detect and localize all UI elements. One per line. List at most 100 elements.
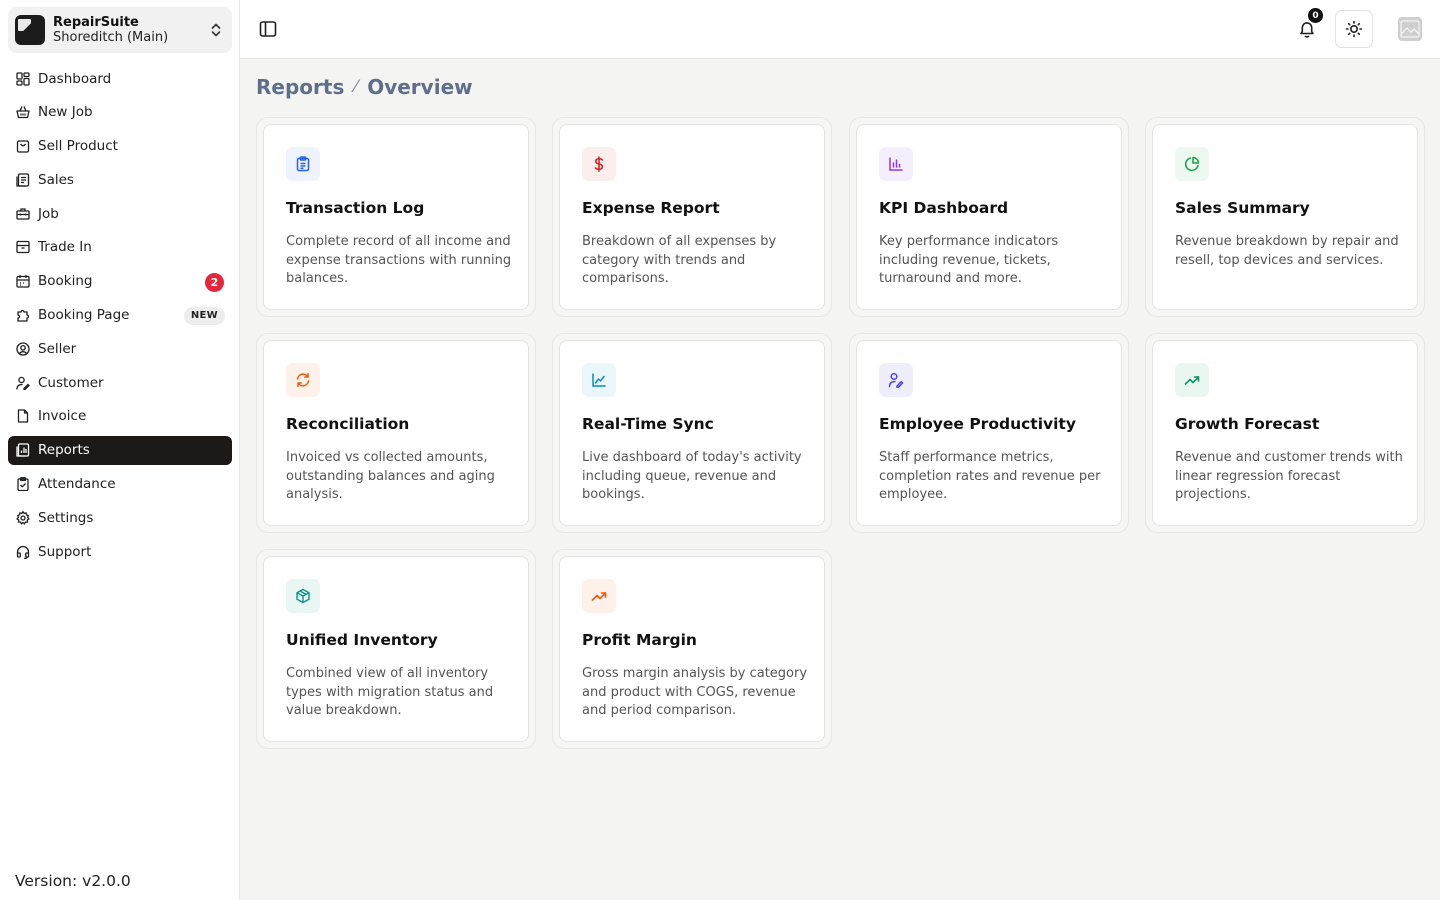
booking-count-badge: 2 (205, 272, 224, 292)
report-card-expense-report[interactable]: Expense Report Breakdown of all expenses… (552, 117, 832, 317)
card-description: Invoiced vs collected amounts, outstandi… (286, 450, 495, 502)
user-edit-icon (15, 375, 30, 390)
card-description: Key performance indicators including rev… (879, 234, 1059, 286)
sidebar-item-sales[interactable]: Sales (8, 165, 232, 194)
card-title: Unified Inventory (286, 631, 438, 649)
trending-up-icon (582, 579, 616, 613)
report-card-unified-inventory[interactable]: Unified Inventory Combined view of all i… (256, 549, 536, 749)
report-card-reconciliation[interactable]: Reconciliation Invoiced vs collected amo… (256, 333, 536, 533)
card-description: Revenue breakdown by repair and resell, … (1175, 234, 1399, 268)
org-branch: Shoreditch (Main) (53, 30, 169, 45)
report-card-real-time-sync[interactable]: Real-Time Sync Live dashboard of today's… (552, 333, 832, 533)
sidebar-item-label: New Job (38, 104, 93, 121)
breadcrumb-separator-icon: ⁄ (354, 77, 358, 97)
sidebar-item-new-job[interactable]: New Job (8, 98, 232, 127)
clipboard-list-icon (286, 147, 320, 181)
toolbox-icon (15, 206, 30, 221)
report-card-sales-summary[interactable]: Sales Summary Revenue breakdown by repai… (1145, 117, 1425, 317)
sidebar-nav: Dashboard New Job Sell Product Sales Job… (8, 64, 232, 571)
avatar[interactable] (1398, 17, 1422, 41)
refresh-icon (286, 363, 320, 397)
report-card-growth-forecast[interactable]: Growth Forecast Revenue and customer tre… (1145, 333, 1425, 533)
sidebar-item-job[interactable]: Job (8, 199, 232, 228)
topbar: 0 (240, 0, 1440, 59)
sidebar-item-label: Customer (38, 374, 104, 391)
sidebar-item-invoice[interactable]: Invoice (8, 402, 232, 431)
card-description: Complete record of all income and expens… (286, 234, 512, 286)
bag-icon (15, 139, 30, 154)
breadcrumb-root[interactable]: Reports (256, 75, 344, 99)
sidebar-item-label: Settings (38, 509, 94, 526)
card-description: Combined view of all inventory types wit… (286, 666, 494, 718)
breadcrumb-current: Overview (367, 75, 473, 99)
sidebar-item-label: Support (38, 543, 92, 560)
card-title: Sales Summary (1175, 199, 1310, 217)
grid-icon (15, 71, 30, 86)
notification-count-badge: 0 (1308, 8, 1323, 23)
sidebar-item-label: Seller (38, 340, 77, 357)
sidebar-item-label: Attendance (38, 476, 116, 493)
sidebar-item-attendance[interactable]: Attendance (8, 470, 232, 499)
sidebar-item-settings[interactable]: Settings (8, 503, 232, 532)
sidebar-item-booking-page[interactable]: Booking Page NEW (8, 301, 232, 330)
card-title: Employee Productivity (879, 415, 1076, 433)
sidebar-item-label: Sales (38, 171, 74, 188)
basket-icon (15, 105, 30, 120)
card-description: Gross margin analysis by category and pr… (582, 666, 808, 718)
sidebar-item-support[interactable]: Support (8, 537, 232, 566)
sidebar-item-booking[interactable]: Booking 2 (8, 267, 232, 296)
card-title: Growth Forecast (1175, 415, 1320, 433)
file-icon (15, 409, 30, 424)
puzzle-icon (15, 308, 30, 323)
theme-toggle-button[interactable] (1335, 10, 1373, 48)
sidebar-item-label: Job (38, 205, 59, 222)
report-card-transaction-log[interactable]: Transaction Log Complete record of all i… (256, 117, 536, 317)
card-title: Real-Time Sync (582, 415, 714, 433)
new-badge: NEW (183, 306, 225, 325)
report-card-kpi-dashboard[interactable]: KPI Dashboard Key performance indicators… (849, 117, 1129, 317)
dollar-icon (582, 147, 616, 181)
ledger-icon (15, 172, 30, 187)
sidebar: RepairSuite Shoreditch (Main) Dashboard … (0, 0, 240, 900)
card-title: Transaction Log (286, 199, 425, 217)
org-switcher[interactable]: RepairSuite Shoreditch (Main) (8, 7, 232, 53)
image-placeholder-icon (1400, 20, 1420, 38)
line-chart-icon (582, 363, 616, 397)
chevrons-up-down-icon (211, 23, 221, 37)
sidebar-toggle-icon[interactable] (259, 20, 277, 38)
sidebar-item-sell-product[interactable]: Sell Product (8, 132, 232, 161)
trending-up-icon (1175, 363, 1209, 397)
org-logo (15, 15, 45, 45)
archive-icon (15, 240, 30, 255)
sun-icon (1345, 20, 1363, 38)
sidebar-item-label: Booking (38, 273, 93, 290)
report-icon (15, 443, 30, 458)
sidebar-item-label: Reports (38, 442, 90, 459)
card-description: Live dashboard of today's activity inclu… (582, 450, 802, 502)
report-card-profit-margin[interactable]: Profit Margin Gross margin analysis by c… (552, 549, 832, 749)
sidebar-item-trade-in[interactable]: Trade In (8, 233, 232, 262)
sidebar-item-seller[interactable]: Seller (8, 334, 232, 363)
sidebar-item-label: Booking Page (38, 307, 130, 324)
sidebar-item-customer[interactable]: Customer (8, 368, 232, 397)
clipboard-check-icon (15, 477, 30, 492)
report-card-employee-productivity[interactable]: Employee Productivity Staff performance … (849, 333, 1129, 533)
sidebar-item-label: Trade In (38, 239, 92, 256)
bar-chart-icon (879, 147, 913, 181)
pie-chart-icon (1175, 147, 1209, 181)
user-circle-icon (15, 341, 30, 356)
card-title: Reconciliation (286, 415, 410, 433)
gear-icon (15, 510, 30, 525)
headset-icon (15, 544, 30, 559)
app-version: Version: v2.0.0 (15, 872, 131, 890)
card-description: Breakdown of all expenses by category wi… (582, 234, 777, 286)
sidebar-item-label: Sell Product (38, 138, 118, 155)
breadcrumb: Reports ⁄ Overview (256, 75, 473, 99)
card-description: Staff performance metrics, completion ra… (879, 450, 1101, 502)
card-title: Profit Margin (582, 631, 697, 649)
sidebar-item-dashboard[interactable]: Dashboard (8, 64, 232, 93)
user-pen-icon (879, 363, 913, 397)
card-description: Revenue and customer trends with linear … (1175, 450, 1403, 502)
sidebar-item-reports[interactable]: Reports (8, 435, 232, 465)
card-title: KPI Dashboard (879, 199, 1009, 217)
